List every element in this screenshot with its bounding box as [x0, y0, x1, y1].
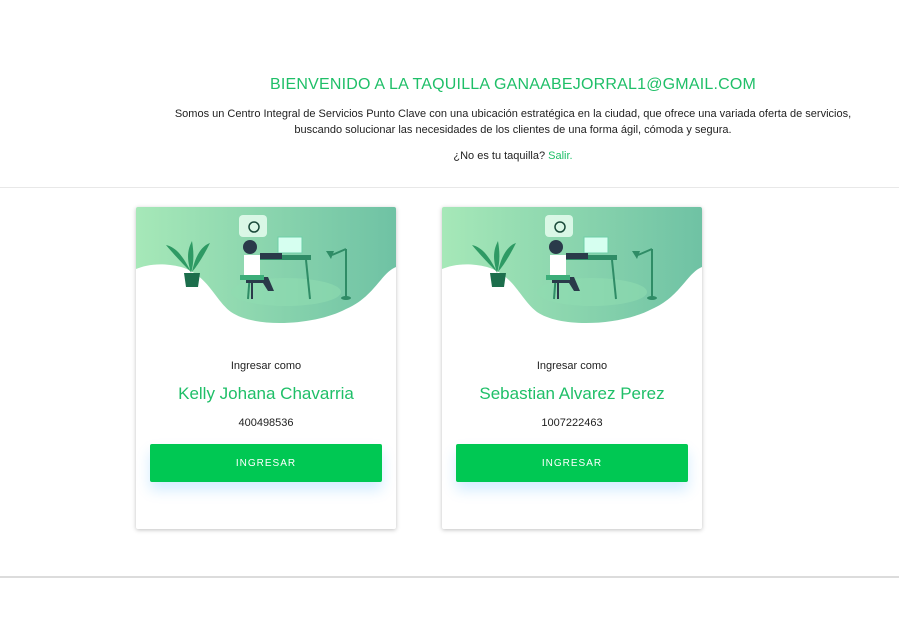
divider-bottom — [0, 576, 899, 578]
description-line-2: buscando solucionar las necesidades de l… — [294, 124, 732, 136]
not-your-booth-text: ¿No es tu taquilla? — [453, 150, 546, 162]
user-name: Kelly Johana Chavarria — [178, 384, 354, 403]
page-title: BIENVENIDO A LA TAQUILLA GANAABEJORRAL1@… — [269, 76, 757, 93]
logout-prompt: ¿No es tu taquilla? Salir. — [0, 150, 899, 162]
card-subtitle: Ingresar como — [536, 360, 608, 372]
page-description: Somos un Centro Integral de Servicios Pu… — [0, 106, 899, 138]
user-name: Sebastian Alvarez Perez — [479, 384, 665, 403]
desk-worker-illustration-icon — [442, 207, 702, 324]
card-subtitle: Ingresar como — [230, 360, 302, 372]
ingresar-button[interactable]: INGRESAR — [150, 444, 382, 482]
description-line-1: Somos un Centro Integral de Servicios Pu… — [174, 108, 852, 120]
logout-link[interactable]: Salir. — [548, 150, 572, 162]
user-card-1: Ingresar como Kelly Johana Chavarria 400… — [136, 207, 396, 529]
user-id-number: 400498536 — [238, 417, 294, 429]
ingresar-button[interactable]: INGRESAR — [456, 444, 688, 482]
desk-worker-illustration-icon — [136, 207, 396, 324]
user-id-number: 1007222463 — [541, 417, 603, 429]
divider-top — [0, 187, 899, 188]
user-card-2: Ingresar como Sebastian Alvarez Perez 10… — [442, 207, 702, 529]
